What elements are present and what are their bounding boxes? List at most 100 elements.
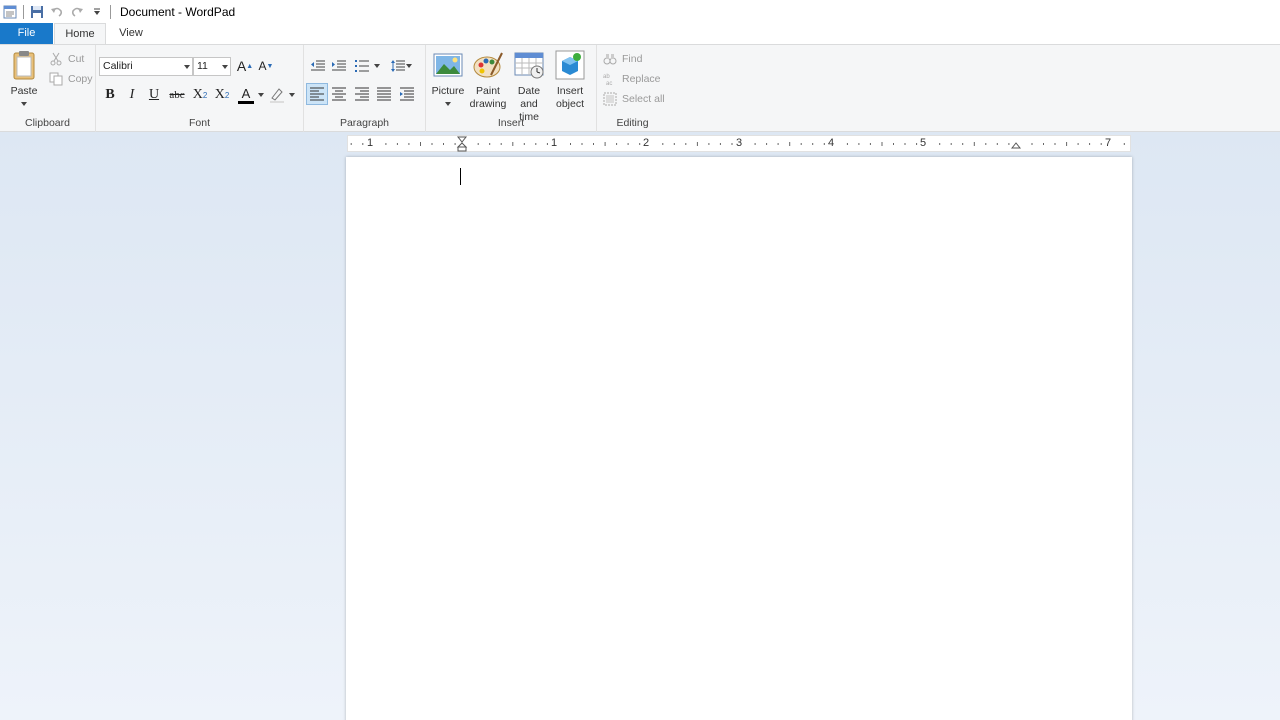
window-title: Document - WordPad — [120, 4, 236, 19]
svg-text:ac: ac — [606, 81, 612, 86]
font-family-value: Calibri — [103, 60, 133, 72]
tab-home[interactable]: Home — [54, 23, 106, 45]
select-all-button[interactable]: Select all — [602, 90, 665, 108]
chevron-down-icon[interactable] — [184, 65, 190, 69]
undo-icon[interactable] — [47, 1, 67, 23]
align-right-button[interactable] — [351, 83, 373, 105]
hanging-indent-marker[interactable] — [456, 142, 468, 148]
underline-button[interactable]: U — [143, 84, 165, 106]
subscript-icon: X — [192, 87, 203, 102]
increase-indent-button[interactable] — [328, 55, 350, 77]
tab-file[interactable]: File — [0, 23, 53, 44]
subscript-button[interactable]: X2 — [189, 84, 211, 106]
align-right-icon — [355, 87, 369, 101]
shrink-arrow-icon: ▼ — [266, 62, 274, 70]
paste-button[interactable]: Paste — [6, 49, 42, 111]
ruler-number: 5 — [920, 137, 927, 149]
text-cursor — [460, 168, 461, 185]
line-spacing-icon — [391, 60, 405, 72]
italic-button[interactable]: I — [121, 84, 143, 106]
svg-text:ab: ab — [603, 74, 610, 80]
paint-palette-icon — [472, 49, 504, 81]
ruler-number: 3 — [736, 137, 743, 149]
align-left-icon — [310, 87, 324, 101]
select-all-icon — [602, 91, 618, 107]
justify-icon — [377, 87, 391, 101]
shrink-font-button[interactable]: A ▼ — [255, 55, 277, 77]
cut-button[interactable]: Cut — [48, 50, 84, 68]
replace-button[interactable]: ab ac Replace — [602, 70, 661, 88]
superscript-mark: 2 — [224, 90, 230, 100]
redo-icon[interactable] — [67, 1, 87, 23]
highlighter-icon — [270, 88, 284, 103]
text-color-button[interactable]: A — [235, 84, 257, 106]
paste-icon — [8, 49, 40, 81]
left-indent-marker[interactable] — [457, 146, 467, 152]
qat-separator — [23, 4, 24, 19]
cut-label: Cut — [68, 53, 85, 65]
font-group-label: Font — [188, 117, 210, 129]
right-indent-marker[interactable] — [1010, 142, 1022, 149]
strikethrough-button[interactable]: abc — [166, 84, 188, 106]
tab-view[interactable]: View — [112, 23, 150, 44]
editing-group: Find ab ac Replace Select all Editing — [597, 45, 668, 132]
title-bar: Document - WordPad — [0, 0, 1280, 23]
save-icon[interactable] — [27, 1, 47, 23]
bullets-button[interactable] — [351, 55, 373, 77]
customize-qat-icon[interactable] — [87, 1, 107, 23]
replace-label: Replace — [622, 73, 661, 85]
insert-object-button[interactable]: Insert object — [552, 49, 588, 111]
superscript-icon: X — [214, 87, 225, 102]
decrease-indent-button[interactable] — [307, 55, 329, 77]
paint-drawing-label-2: drawing — [469, 98, 507, 110]
text-color-icon: A — [241, 85, 251, 101]
first-line-indent-marker[interactable] — [456, 136, 468, 143]
highlight-dropdown-icon[interactable] — [289, 93, 295, 98]
align-left-button[interactable] — [306, 83, 328, 105]
font-size-combo[interactable]: 11 — [193, 57, 231, 76]
insert-object-icon — [554, 49, 586, 81]
paint-drawing-button[interactable]: Paint drawing — [468, 49, 508, 111]
horizontal-ruler[interactable]: 1 1 2 3 4 5 7 — [347, 135, 1131, 152]
line-spacing-dropdown-icon[interactable] — [406, 64, 412, 69]
binoculars-icon — [602, 51, 618, 67]
strikethrough-icon: abc — [169, 89, 185, 101]
date-time-button[interactable]: Date and time — [508, 49, 550, 124]
document-page[interactable] — [346, 157, 1132, 720]
chevron-down-icon[interactable] — [222, 65, 228, 69]
superscript-button[interactable]: X2 — [211, 84, 233, 106]
select-all-label: Select all — [622, 93, 665, 105]
text-color-swatch — [238, 100, 254, 104]
clipboard-group-label: Clipboard — [25, 117, 70, 129]
find-button[interactable]: Find — [602, 50, 642, 68]
shrink-font-icon: A — [258, 59, 267, 73]
paragraph-group-label: Paragraph — [339, 117, 390, 129]
grow-arrow-icon: ▲ — [246, 62, 254, 70]
insert-object-label-2: object — [555, 98, 585, 110]
text-color-dropdown-icon[interactable] — [258, 93, 264, 98]
bold-button[interactable]: B — [99, 84, 121, 106]
subscript-mark: 2 — [202, 90, 208, 100]
font-family-combo[interactable]: Calibri — [99, 57, 193, 76]
justify-button[interactable] — [373, 83, 395, 105]
clipboard-group: Paste Cut Copy Clipboard — [0, 45, 96, 132]
editing-group-label: Editing — [616, 117, 649, 129]
align-center-button[interactable] — [328, 83, 350, 105]
date-time-label-1: Date and — [517, 85, 541, 110]
paint-drawing-label-1: Paint — [476, 85, 500, 97]
bullets-dropdown-icon[interactable] — [374, 64, 380, 69]
picture-button[interactable]: Picture — [430, 49, 466, 111]
paste-dropdown-icon[interactable] — [20, 101, 28, 107]
paragraph-settings-button[interactable] — [396, 83, 418, 105]
wordpad-app-icon[interactable] — [0, 1, 20, 23]
picture-label: Picture — [431, 85, 465, 97]
ribbon-tab-row: File Home View — [0, 23, 1280, 45]
highlight-button[interactable] — [266, 84, 288, 106]
paste-label: Paste — [10, 85, 38, 97]
ruler-number: 2 — [643, 137, 650, 149]
copy-button[interactable]: Copy — [48, 70, 93, 88]
font-size-value: 11 — [197, 60, 208, 72]
grow-font-button[interactable]: A ▲ — [234, 55, 256, 77]
align-center-icon — [332, 87, 346, 101]
picture-dropdown-icon[interactable] — [444, 101, 452, 107]
